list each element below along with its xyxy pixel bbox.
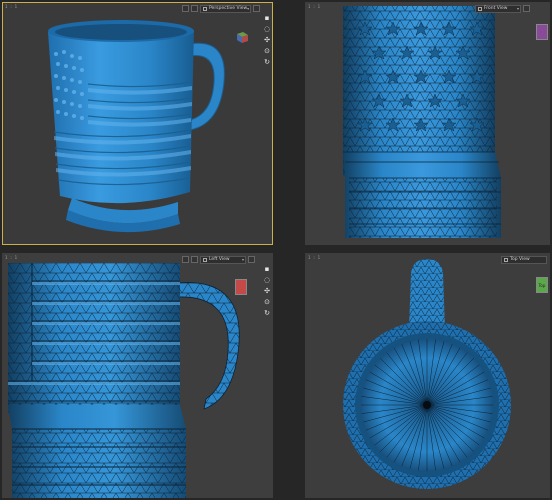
- viewport-toolbar: ▪ ◌ ✣ ⊙ ↻: [261, 265, 273, 317]
- reset-icon[interactable]: ↻: [262, 58, 272, 66]
- reset-icon[interactable]: ↻: [262, 309, 272, 317]
- maximize-icon[interactable]: [523, 5, 530, 12]
- view-selector-label: Perspective View: [209, 5, 248, 11]
- view-selector-dropdown[interactable]: Perspective View ▾: [200, 4, 252, 13]
- orientation-cube[interactable]: [536, 24, 548, 40]
- maximize-icon[interactable]: [253, 5, 261, 12]
- chevron-down-icon: ▾: [516, 5, 519, 11]
- chevron-down-icon: ▾: [247, 5, 250, 11]
- top-view-header: Top View: [501, 255, 547, 264]
- mug-top-render: [343, 259, 511, 489]
- zoom-icon[interactable]: ⊙: [262, 47, 272, 55]
- zoom-icon[interactable]: ⊙: [262, 298, 272, 306]
- viewport-layout-icon[interactable]: [191, 256, 198, 263]
- camera-icon[interactable]: ▪: [262, 265, 272, 273]
- front-view-header: Front View ▾: [475, 4, 530, 13]
- view-selector-label: Front View: [484, 5, 508, 11]
- camera-icon[interactable]: ▪: [262, 14, 272, 22]
- mug-perspective-render: [48, 20, 225, 233]
- view-selector-dropdown[interactable]: Left View ▾: [200, 255, 246, 264]
- cube-face-label: Top: [538, 283, 546, 288]
- view-selector-dropdown[interactable]: Top View: [501, 255, 547, 264]
- orientation-cube[interactable]: Top: [536, 277, 548, 293]
- orbit-icon[interactable]: ◌: [262, 25, 272, 33]
- view-selector-label: Left View: [209, 256, 230, 262]
- mug-left-render: [8, 263, 240, 498]
- view-icon: [478, 6, 482, 11]
- viewport-settings-icon[interactable]: [182, 5, 189, 12]
- viewport-toolbar: ▪ ◌ ✣ ⊙ ↻: [261, 14, 273, 66]
- perspective-view-header: Perspective View ▾: [182, 4, 261, 13]
- viewport-perspective[interactable]: 1 : 1 Perspective View ▾ ▪ ◌ ✣ ⊙ ↻: [2, 2, 273, 245]
- view-icon: [203, 6, 207, 11]
- view-selector-label: Top View: [510, 256, 530, 262]
- viewport-left[interactable]: 1 : 1 Left View ▾ ▪ ◌ ✣ ⊙ ↻: [2, 253, 273, 498]
- orientation-cube[interactable]: [235, 279, 247, 295]
- quad-viewport-app: 1 : 1 Perspective View ▾ ▪ ◌ ✣ ⊙ ↻ 1: 1…: [0, 0, 552, 500]
- chevron-down-icon: ▾: [241, 256, 244, 262]
- view-selector-dropdown[interactable]: Front View ▾: [475, 4, 521, 13]
- left-view-header: Left View ▾: [182, 255, 255, 264]
- orientation-cube[interactable]: [235, 30, 249, 44]
- view-icon: [504, 257, 508, 262]
- orbit-icon[interactable]: ◌: [262, 276, 272, 284]
- viewport-layout-icon[interactable]: [191, 5, 198, 12]
- maximize-icon[interactable]: [248, 256, 255, 263]
- mug-front-render: [343, 6, 501, 238]
- pan-icon[interactable]: ✣: [262, 287, 272, 295]
- viewport-top[interactable]: 1 : 1 Top View Top: [305, 253, 550, 498]
- viewport-settings-icon[interactable]: [182, 256, 189, 263]
- pan-icon[interactable]: ✣: [262, 36, 272, 44]
- view-icon: [203, 257, 207, 262]
- viewport-front[interactable]: 1 : 1 Front View ▾: [305, 2, 550, 245]
